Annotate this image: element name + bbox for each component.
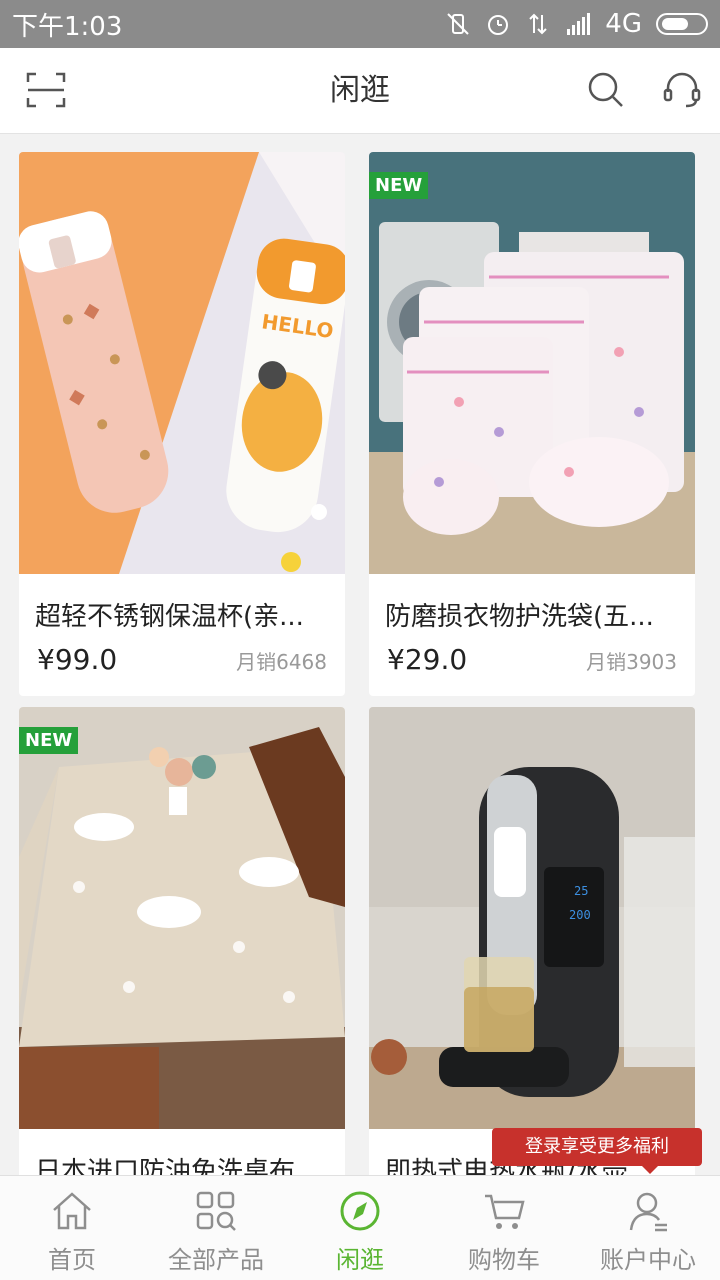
- nav-label: 全部产品: [168, 1246, 264, 1274]
- product-price: ¥29.0: [387, 643, 468, 676]
- product-card[interactable]: NEW 日本进口防油免洗桌布: [19, 707, 345, 1175]
- product-name: 防磨损衣物护洗袋(五...: [385, 602, 654, 632]
- grid-search-icon: [196, 1191, 236, 1231]
- vibrate-off-icon: [447, 13, 470, 35]
- svg-text:200: 200: [569, 908, 591, 922]
- product-image: NEW: [19, 707, 345, 1129]
- nav-label: 账户中心: [600, 1246, 696, 1274]
- nav-item-cart[interactable]: 购物车: [432, 1176, 576, 1280]
- status-icons: 4G: [445, 9, 708, 39]
- alarm-icon: [488, 15, 509, 35]
- product-name: 日本进口防油免洗桌布: [35, 1157, 296, 1175]
- product-image: 25 200: [369, 707, 695, 1129]
- user-icon: [629, 1192, 667, 1232]
- tablecloth-illustration: [19, 707, 345, 1129]
- product-card[interactable]: HELLO 超轻不锈钢保温杯(亲... ¥99.0 月销6468: [19, 152, 345, 696]
- nav-item-browse[interactable]: 闲逛: [288, 1176, 432, 1280]
- status-time: 下午1:03: [12, 11, 123, 42]
- battery-icon: [656, 13, 708, 35]
- data-arrows-icon: [529, 13, 548, 35]
- new-badge: NEW: [19, 727, 79, 754]
- top-header: 闲逛: [0, 48, 720, 134]
- svg-text:25: 25: [574, 884, 588, 898]
- login-benefits-tip[interactable]: 登录享受更多福利: [492, 1128, 702, 1174]
- signal-icon: [567, 13, 591, 35]
- laundry-bag-illustration: [369, 152, 695, 574]
- water-dispenser-illustration: 25 200: [369, 707, 695, 1129]
- customer-service-button[interactable]: [660, 68, 704, 112]
- thermos-illustration: HELLO: [19, 152, 345, 574]
- nav-item-all-products[interactable]: 全部产品: [144, 1176, 288, 1280]
- nav-label: 闲逛: [336, 1246, 384, 1274]
- network-type: 4G: [605, 9, 642, 39]
- home-icon: [53, 1192, 91, 1230]
- product-card[interactable]: NEW 防磨损衣物护洗袋(五... ¥29.0 月销3903: [369, 152, 695, 696]
- cart-icon: [485, 1194, 525, 1229]
- status-bar: 下午1:03 4G: [0, 0, 720, 48]
- nav-label: 首页: [48, 1246, 96, 1274]
- compass-icon: [340, 1191, 380, 1231]
- product-card[interactable]: 25 200 即热式电热水瓶/水壶: [369, 707, 695, 1175]
- product-sales: 月销3903: [586, 650, 677, 674]
- product-price: ¥99.0: [37, 643, 118, 676]
- nav-item-home[interactable]: 首页: [0, 1176, 144, 1280]
- product-sales: 月销6468: [236, 650, 327, 674]
- product-image: HELLO: [19, 152, 345, 574]
- new-badge: NEW: [369, 172, 429, 199]
- product-image: NEW: [369, 152, 695, 574]
- product-grid: HELLO 超轻不锈钢保温杯(亲... ¥99.0 月销6468 NEW 防磨损…: [0, 135, 720, 1175]
- headset-icon: [663, 72, 701, 108]
- product-name: 超轻不锈钢保温杯(亲...: [35, 602, 304, 632]
- search-icon: [588, 72, 623, 107]
- bottom-nav: 首页 全部产品 闲逛 购物车 账户中心: [0, 1175, 720, 1280]
- nav-label: 购物车: [468, 1246, 540, 1274]
- search-button[interactable]: [584, 68, 628, 112]
- nav-item-account[interactable]: 账户中心: [576, 1176, 720, 1280]
